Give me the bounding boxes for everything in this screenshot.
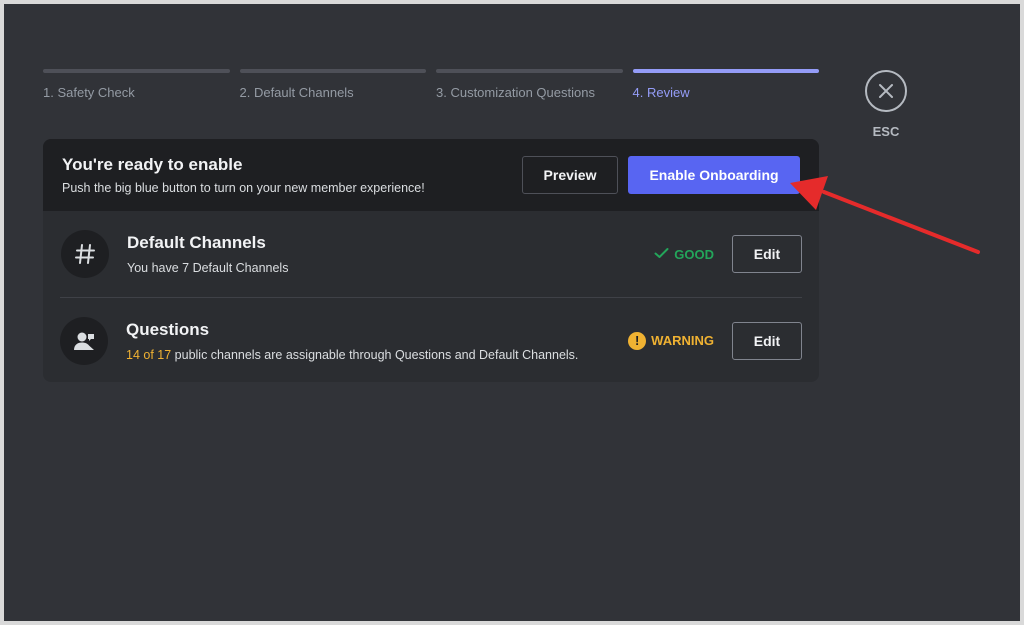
default-channels-row: Default Channels You have 7 Default Chan… [43, 211, 819, 297]
status-text: GOOD [674, 246, 714, 262]
step-default-channels[interactable]: 2. Default Channels [239, 69, 426, 100]
status-badge-good: GOOD [654, 247, 714, 262]
warning-icon: ! [628, 331, 647, 350]
row-subtitle: 14 of 17 public channels are assignable … [126, 348, 628, 362]
enable-banner: You're ready to enable Push the big blue… [43, 139, 819, 211]
step-label: 4. Review [632, 85, 690, 100]
step-progress-bar [239, 69, 426, 73]
step-label: 1. Safety Check [43, 85, 135, 100]
step-progress-bar [436, 69, 623, 73]
step-review[interactable]: 4. Review [632, 69, 819, 100]
edit-questions-button[interactable]: Edit [732, 321, 802, 360]
row-subtitle-text: public channels are assignable through Q… [171, 347, 579, 362]
onboarding-stepper: 1. Safety Check 2. Default Channels 3. C… [43, 69, 819, 100]
enable-onboarding-button[interactable]: Enable Onboarding [628, 156, 800, 194]
enable-banner-text: You're ready to enable Push the big blue… [62, 155, 522, 195]
row-text: Questions 14 of 17 public channels are a… [126, 320, 628, 362]
row-subtitle: You have 7 Default Channels [127, 261, 289, 275]
step-safety-check[interactable]: 1. Safety Check [43, 69, 230, 100]
status-text: WARNING [651, 333, 714, 348]
status-badge-warning: ! WARNING [628, 331, 714, 350]
preview-button[interactable]: Preview [522, 156, 618, 194]
questions-row: Questions 14 of 17 public channels are a… [60, 297, 802, 382]
assignable-count: 14 of 17 [126, 347, 172, 362]
step-label: 3. Customization Questions [436, 85, 595, 100]
onboarding-review-screen: 1. Safety Check 2. Default Channels 3. C… [4, 4, 1020, 621]
hash-icon [61, 230, 109, 278]
banner-subtitle: Push the big blue button to turn on your… [62, 181, 425, 195]
checkmark-icon [654, 247, 669, 262]
esc-label: ESC [872, 124, 900, 139]
step-progress-bar [632, 69, 819, 73]
review-card: You're ready to enable Push the big blue… [43, 139, 819, 382]
step-progress-bar [43, 69, 230, 73]
edit-default-channels-button[interactable]: Edit [732, 235, 802, 273]
step-label: 2. Default Channels [239, 85, 354, 100]
row-title: Default Channels [127, 233, 266, 252]
esc-close-button[interactable]: ESC [865, 70, 907, 139]
row-title: Questions [126, 319, 210, 339]
banner-title: You're ready to enable [62, 155, 243, 174]
user-chat-icon [60, 316, 108, 365]
step-customization-questions[interactable]: 3. Customization Questions [436, 69, 623, 100]
close-icon[interactable] [865, 70, 907, 112]
row-text: Default Channels You have 7 Default Chan… [127, 233, 654, 275]
